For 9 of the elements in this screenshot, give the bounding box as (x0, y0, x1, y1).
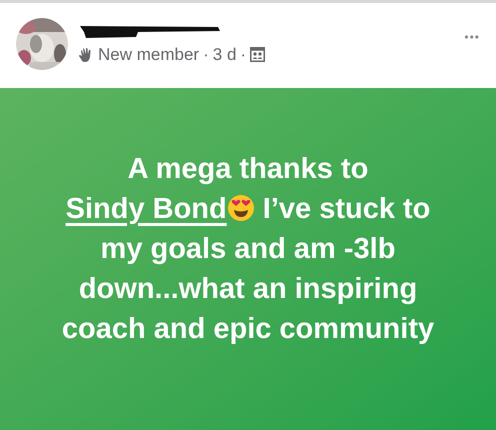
group-members-icon (250, 47, 266, 62)
tagged-person-link[interactable]: Sindy Bond (66, 193, 227, 225)
post-time[interactable]: 3 d (212, 42, 236, 68)
separator: · (240, 44, 246, 66)
more-options-button[interactable]: ••• (464, 28, 480, 46)
heart-eyes-emoji-icon (226, 194, 255, 222)
separator: · (203, 44, 209, 66)
member-label: New member (98, 44, 200, 66)
post-text: A mega thanks to Sindy Bond I’ve stuck to my goals and am -3lb down...what an inspiring coach and epic community (60, 152, 436, 347)
